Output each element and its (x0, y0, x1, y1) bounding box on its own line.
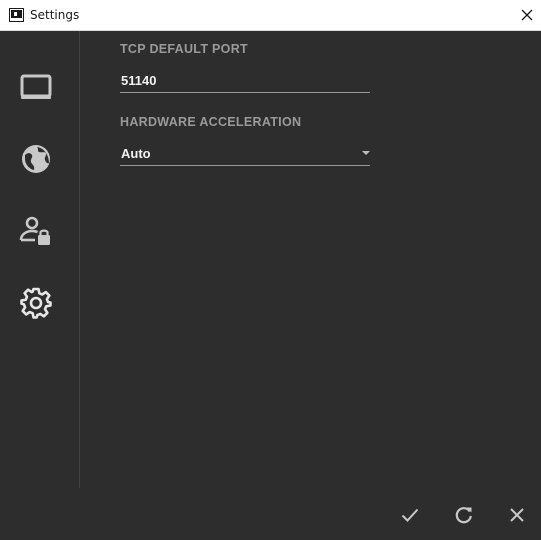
gear-icon (20, 287, 52, 319)
tcp-port-label: TCP DEFAULT PORT (120, 42, 248, 56)
sidebar-item-network[interactable] (14, 137, 58, 181)
settings-panel: TCP DEFAULT PORT 51140 HARDWARE ACCELERA… (0, 31, 541, 540)
confirm-button[interactable] (398, 503, 422, 527)
reset-button[interactable] (452, 503, 476, 527)
title-bar: Settings (0, 0, 541, 31)
hardware-acceleration-underline (120, 165, 370, 166)
close-icon (510, 508, 524, 522)
window-close-icon[interactable] (519, 7, 535, 23)
hardware-acceleration-select[interactable] (118, 139, 372, 165)
hardware-acceleration-label: HARDWARE ACCELERATION (120, 115, 302, 129)
check-icon (401, 508, 419, 522)
cancel-button[interactable] (505, 503, 529, 527)
app-icon (9, 8, 24, 22)
sidebar-divider (79, 31, 80, 488)
monitor-icon (20, 74, 52, 99)
tcp-port-value: 51140 (121, 73, 157, 88)
refresh-icon (455, 507, 472, 524)
hardware-acceleration-value: Auto (121, 146, 151, 161)
user-lock-icon (19, 216, 50, 245)
sidebar-item-general[interactable] (14, 281, 58, 325)
window-title: Settings (30, 8, 80, 22)
sidebar-item-display[interactable] (14, 65, 58, 109)
globe-icon (22, 145, 50, 173)
chevron-down-icon (362, 151, 370, 155)
tcp-port-underline (120, 92, 370, 93)
sidebar-item-security[interactable] (14, 209, 58, 253)
